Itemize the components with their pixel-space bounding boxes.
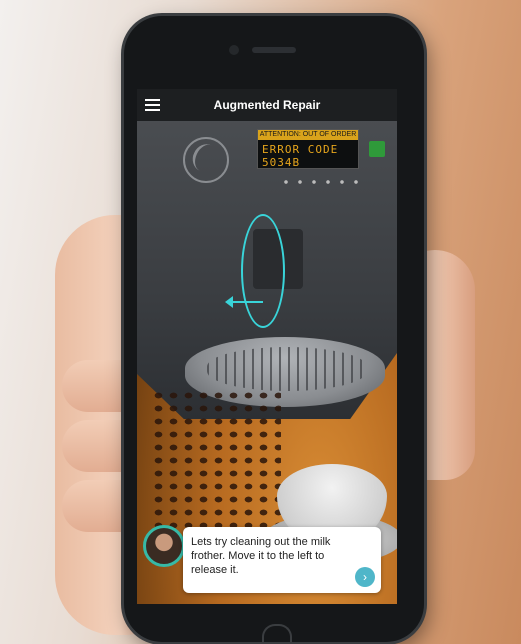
display-alert-text: ATTENTION: OUT OF ORDER bbox=[258, 130, 358, 140]
app-bar: Augmented Repair bbox=[137, 89, 397, 121]
ar-rotation-indicator bbox=[241, 214, 285, 328]
message-text: Lets try cleaning out the milk frother. … bbox=[191, 536, 331, 576]
display-error-code: ERROR CODE 5034B bbox=[262, 143, 339, 169]
message-bubble: Lets try cleaning out the milk frother. … bbox=[183, 527, 381, 593]
smartphone: ATTENTION: OUT OF ORDER ERROR CODE 5034B… bbox=[124, 16, 424, 644]
page-title: Augmented Repair bbox=[213, 98, 321, 112]
home-button bbox=[262, 624, 292, 644]
machine-buttons-row bbox=[279, 179, 359, 185]
hamburger-menu-icon[interactable] bbox=[137, 89, 167, 121]
front-camera bbox=[229, 45, 239, 55]
app-screen: ATTENTION: OUT OF ORDER ERROR CODE 5034B… bbox=[137, 89, 397, 604]
ar-move-left-arrow-icon bbox=[225, 296, 263, 308]
earpiece-speaker bbox=[252, 47, 296, 53]
drip-tray-grate bbox=[207, 347, 367, 391]
assistant-message: Lets try cleaning out the milk frother. … bbox=[143, 525, 393, 593]
machine-display: ATTENTION: OUT OF ORDER ERROR CODE 5034B bbox=[257, 129, 359, 169]
assistant-avatar bbox=[143, 525, 185, 567]
chevron-right-icon[interactable]: › bbox=[355, 567, 375, 587]
machine-green-button bbox=[369, 141, 385, 157]
coffee-beans bbox=[151, 389, 281, 529]
coffee-bean-logo-icon bbox=[183, 137, 229, 183]
